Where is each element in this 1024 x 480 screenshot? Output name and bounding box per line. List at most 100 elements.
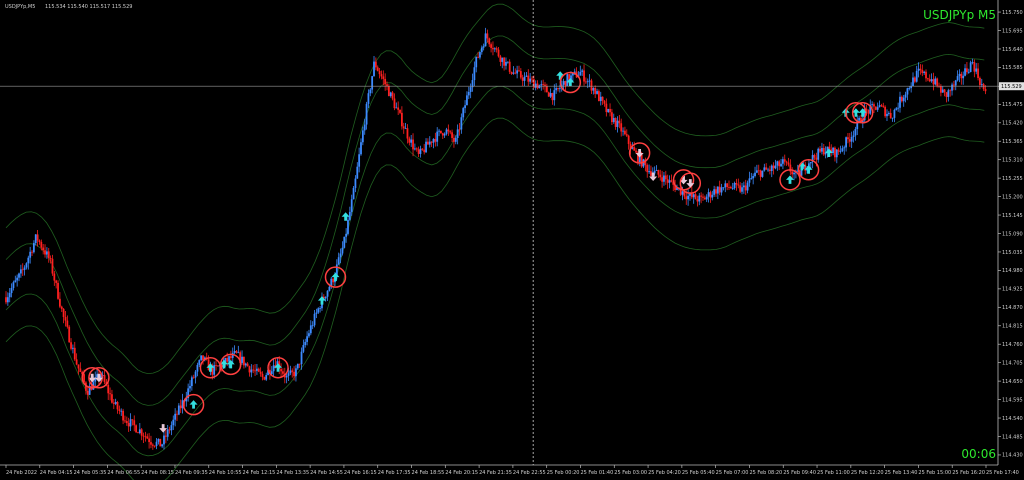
candle-body: [954, 80, 957, 86]
candle-body: [512, 72, 515, 74]
candle-body: [599, 96, 602, 102]
candle-body: [53, 273, 56, 281]
candle-body: [917, 68, 920, 71]
candle-body: [884, 106, 887, 117]
candle-body: [887, 112, 890, 114]
candle-body: [755, 170, 758, 173]
y-tick-label: 114.870: [1002, 305, 1023, 311]
candle-body: [566, 74, 569, 86]
candle-body: [495, 48, 498, 50]
candle-body: [257, 368, 260, 372]
candle-body: [926, 78, 929, 80]
candle-body: [66, 320, 69, 327]
candle-body: [670, 180, 673, 182]
y-tick-label: 115.420: [1002, 121, 1023, 127]
quote-readout: 115.534 115.540 115.517 115.529: [45, 4, 132, 10]
candle-body: [523, 76, 526, 81]
candle-body: [451, 132, 453, 138]
candle-body: [159, 438, 162, 447]
candle-body: [895, 108, 898, 110]
candle-body: [62, 308, 65, 318]
candle-body: [86, 390, 89, 395]
y-tick-label: 114.485: [1002, 434, 1023, 440]
candle-body: [819, 148, 821, 152]
y-tick-label: 115.145: [1002, 213, 1023, 219]
candle-body: [14, 280, 17, 283]
candle-body: [135, 425, 138, 433]
candle-body: [389, 92, 392, 97]
price-chart[interactable]: 115.750 115.695 115.640 115.585 115.529 115.4…: [0, 0, 1024, 480]
candle-body: [783, 159, 786, 162]
candle-body: [778, 161, 781, 167]
candle-body: [817, 148, 820, 160]
candle-body: [45, 251, 48, 255]
candle-body: [906, 88, 909, 95]
candle-body: [150, 442, 152, 445]
candle-body: [588, 80, 591, 82]
candle-body: [709, 192, 712, 198]
x-tick-label: 25 Feb 08:20: [749, 470, 782, 476]
candle-body: [690, 193, 693, 198]
candle-body: [410, 139, 413, 143]
candle-body: [718, 186, 721, 193]
y-tick-label: 115.090: [1002, 231, 1023, 237]
candle-body: [122, 410, 124, 421]
candle-body: [785, 161, 788, 163]
y-tick-label: 115.365: [1002, 139, 1023, 145]
candle-body: [332, 278, 335, 283]
candle-body: [813, 154, 816, 158]
candle-body: [228, 356, 230, 362]
candle-body: [640, 154, 643, 167]
candle-body: [425, 141, 427, 153]
candle-body: [304, 341, 307, 346]
chart-window[interactable]: 115.750 115.695 115.640 115.585 115.529 115.4…: [0, 0, 1024, 480]
candle-body: [603, 100, 606, 104]
candle-body: [23, 267, 26, 270]
candle-body: [326, 290, 329, 297]
x-tick-label: 25 Feb 16:20: [952, 470, 985, 476]
candle-body: [68, 326, 71, 343]
candle-body: [469, 87, 472, 92]
candle-body: [930, 79, 933, 82]
candle-body: [215, 365, 217, 366]
candle-body: [363, 124, 366, 131]
candle-body: [897, 107, 900, 109]
candle-body: [527, 75, 530, 82]
candle-body: [793, 172, 795, 175]
candle-body: [196, 364, 199, 372]
candle-body: [75, 359, 78, 365]
candle-body: [172, 419, 175, 426]
candle-body: [867, 110, 870, 114]
candle-body: [780, 163, 782, 167]
candle-body: [397, 107, 400, 110]
candle-body: [858, 117, 861, 121]
x-tick-label: 25 Feb 00:20: [547, 470, 580, 476]
candle-body: [480, 47, 483, 53]
candle-body: [311, 325, 314, 327]
candle-body: [564, 81, 567, 86]
candle-body: [189, 386, 191, 389]
candle-body: [648, 171, 650, 173]
candle-body: [25, 263, 28, 268]
candle-body: [581, 70, 584, 72]
candle-body: [612, 118, 615, 123]
candle-body: [722, 187, 725, 189]
candle-body: [982, 84, 985, 90]
candle-body: [503, 57, 506, 66]
candle-body: [928, 79, 931, 82]
candle-body: [243, 356, 245, 366]
candle-body: [852, 135, 855, 137]
candle-body: [8, 293, 11, 298]
candle-body: [774, 165, 777, 169]
candle-body: [822, 147, 825, 155]
candle-body: [51, 258, 54, 274]
candle-body: [624, 130, 626, 135]
candle-body: [144, 436, 147, 438]
candle-body: [729, 187, 732, 189]
candle-body: [960, 73, 963, 79]
candle-body: [622, 130, 624, 132]
candle-body: [315, 312, 318, 314]
candle-body: [406, 128, 409, 139]
candle-body: [499, 56, 502, 62]
candle-body: [752, 176, 755, 179]
